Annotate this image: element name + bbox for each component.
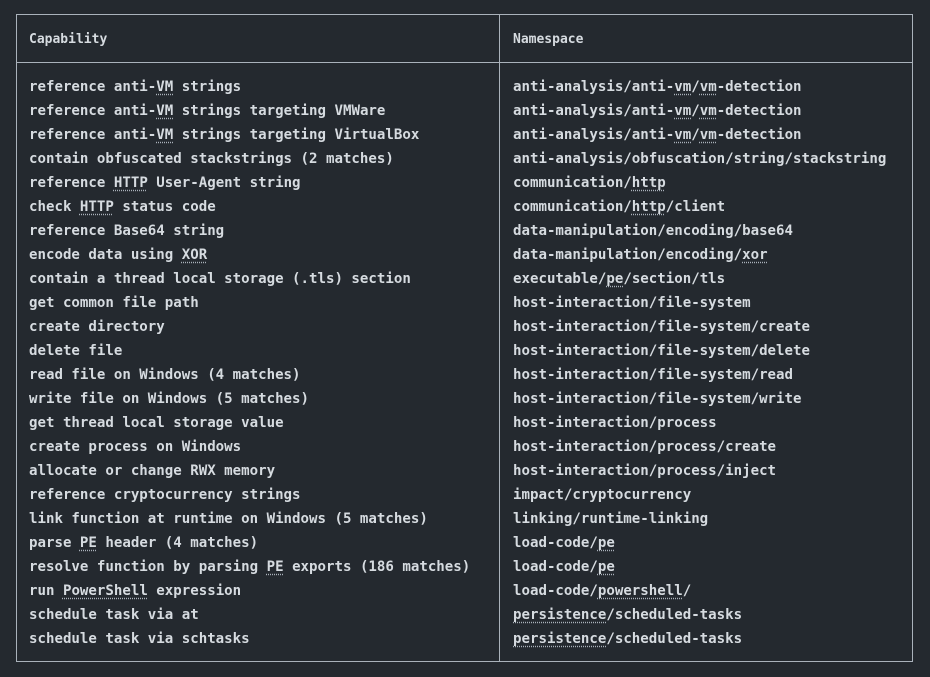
capability-cell: reference Base64 string [29,223,225,239]
namespace-cell: load-code/pe [513,535,615,551]
namespace-cell: communication/http [513,175,666,191]
namespace-cell: data-manipulation/encoding/xor [513,247,768,263]
namespace-cell: executable/pe/section/tls [513,271,726,287]
capability-cell: run PowerShell expression [29,583,242,599]
namespace-cell: host-interaction/file-system/create [513,319,810,335]
table-row: run PowerShell expression load-code/power… [0,582,930,606]
namespace-cell: impact/cryptocurrency [513,487,692,503]
table-row: create directory host-interaction/file-sy… [0,318,930,342]
table-row: encode data using XOR data-manipulation/e… [0,246,930,270]
namespace-cell: load-code/pe [513,559,615,575]
namespace-cell: host-interaction/file-system [513,295,751,311]
namespace-cell: anti-analysis/anti-vm/vm-detection [513,103,802,119]
capability-cell: check HTTP status code [29,199,216,215]
capability-cell: get thread local storage value [29,415,284,431]
table-row: contain obfuscated stackstrings (2 match… [0,150,930,174]
capability-cell: reference HTTP User-Agent string [29,175,301,191]
table-row: get thread local storage value host-inter… [0,414,930,438]
table-body: reference anti-VM strings anti-analysis/a… [0,78,930,654]
namespace-cell: persistence/scheduled-tasks [513,631,743,647]
namespace-cell: anti-analysis/anti-vm/vm-detection [513,127,802,143]
table-row: reference anti-VM strings targeting VMWa… [0,102,930,126]
namespace-cell: anti-analysis/obfuscation/string/stackst… [513,151,887,167]
namespace-cell: linking/runtime-linking [513,511,709,527]
capability-cell: resolve function by parsing PE exports (… [29,559,471,575]
namespace-cell: host-interaction/file-system/read [513,367,794,383]
header-capability: Capability [29,32,108,47]
namespace-cell: host-interaction/process/create [513,439,777,455]
table-row: reference HTTP User-Agent string communic… [0,174,930,198]
capability-cell: reference anti-VM strings targeting VMWa… [29,103,386,119]
table-row: contain a thread local storage (.tls) se… [0,270,930,294]
table-row: schedule task via at persistence/schedule… [0,606,930,630]
capability-cell: create directory [29,319,165,335]
capability-cell: reference anti-VM strings targeting Virt… [29,127,420,143]
capability-cell: delete file [29,343,123,359]
capability-cell: create process on Windows [29,439,242,455]
table-bottom-border [16,661,913,662]
namespace-cell: data-manipulation/encoding/base64 [513,223,794,239]
namespace-cell: load-code/powershell/ [513,583,692,599]
table-row: reference anti-VM strings targeting Virt… [0,126,930,150]
table-row: read file on Windows (4 matches) host-int… [0,366,930,390]
table-row: parse PE header (4 matches) load-code/pe [0,534,930,558]
capability-cell: reference cryptocurrency strings [29,487,301,503]
table-row: write file on Windows (5 matches) host-in… [0,390,930,414]
capability-cell: encode data using XOR [29,247,208,263]
capa-output-table: Capability Namespace reference anti-VM s… [0,0,930,677]
table-row: reference Base64 string data-manipulation… [0,222,930,246]
table-row: check HTTP status code communication/http… [0,198,930,222]
capability-cell: write file on Windows (5 matches) [29,391,310,407]
namespace-cell: anti-analysis/anti-vm/vm-detection [513,79,802,95]
table-row: link function at runtime on Windows (5 m… [0,510,930,534]
capability-cell: schedule task via at [29,607,199,623]
table-row: reference cryptocurrency strings impact/c… [0,486,930,510]
namespace-cell: host-interaction/process/inject [513,463,777,479]
capability-cell: schedule task via schtasks [29,631,250,647]
header-separator [16,62,913,63]
capability-cell: contain obfuscated stackstrings (2 match… [29,151,394,167]
header-namespace: Namespace [513,32,584,47]
table-row: create process on Windows host-interactio… [0,438,930,462]
capability-cell: reference anti-VM strings [29,79,242,95]
table-row: allocate or change RWX memory host-intera… [0,462,930,486]
capability-cell: contain a thread local storage (.tls) se… [29,271,411,287]
namespace-cell: persistence/scheduled-tasks [513,607,743,623]
namespace-cell: host-interaction/file-system/write [513,391,802,407]
capability-cell: allocate or change RWX memory [29,463,276,479]
table-row: resolve function by parsing PE exports (… [0,558,930,582]
table-row: delete file host-interaction/file-system/… [0,342,930,366]
capability-cell: read file on Windows (4 matches) [29,367,301,383]
namespace-cell: communication/http/client [513,199,726,215]
table-row: reference anti-VM strings anti-analysis/a… [0,78,930,102]
table-row: get common file path host-interaction/fil… [0,294,930,318]
capability-cell: parse PE header (4 matches) [29,535,259,551]
namespace-cell: host-interaction/process [513,415,717,431]
table-row: schedule task via schtasks persistence/sc… [0,630,930,654]
capability-cell: get common file path [29,295,199,311]
table-top-border [16,14,913,15]
namespace-cell: host-interaction/file-system/delete [513,343,810,359]
capability-cell: link function at runtime on Windows (5 m… [29,511,428,527]
